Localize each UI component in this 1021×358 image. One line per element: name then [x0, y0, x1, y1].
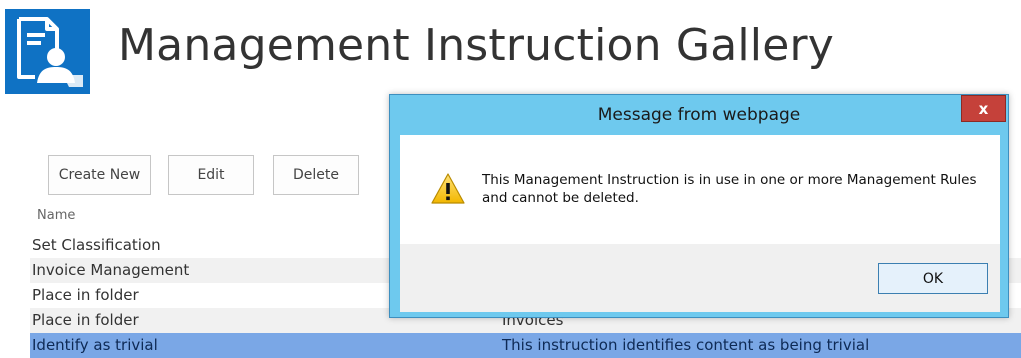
document-user-icon: [17, 17, 83, 87]
delete-button[interactable]: Delete: [273, 155, 359, 195]
list-item-selected[interactable]: Identify as trivial This instruction ide…: [30, 333, 1021, 358]
dialog-title[interactable]: Message from webpage: [390, 105, 1008, 125]
app-logo: [5, 9, 90, 94]
list-item-name[interactable]: Identify as trivial: [32, 336, 158, 354]
page-title: Management Instruction Gallery: [118, 20, 835, 71]
list-item-description: This instruction identifies content as b…: [502, 336, 870, 354]
close-button[interactable]: x: [961, 95, 1006, 122]
dialog-body: This Management Instruction is in use in…: [400, 135, 1000, 312]
dialog-footer: OK: [400, 244, 1000, 312]
create-new-button[interactable]: Create New: [48, 155, 151, 195]
column-header-name[interactable]: Name: [37, 208, 75, 223]
message-dialog: Message from webpage x This Management I…: [389, 94, 1009, 318]
warning-icon: [431, 173, 465, 204]
close-icon[interactable]: x: [979, 100, 989, 118]
list-item-name[interactable]: Invoice Management: [32, 261, 189, 279]
list-item-name[interactable]: Set Classification: [32, 236, 161, 254]
list-item-name[interactable]: Place in folder: [32, 311, 139, 329]
list-item-name[interactable]: Place in folder: [32, 286, 139, 304]
dialog-message: This Management Instruction is in use in…: [482, 172, 977, 206]
edit-button[interactable]: Edit: [168, 155, 254, 195]
ok-button[interactable]: OK: [878, 263, 988, 294]
